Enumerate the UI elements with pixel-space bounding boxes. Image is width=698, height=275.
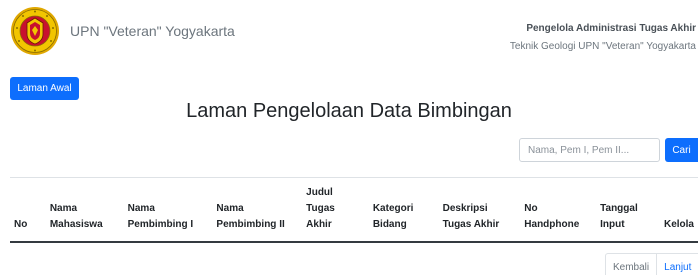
column-header-no: No: [14, 219, 28, 230]
home-button[interactable]: Laman Awal: [10, 77, 79, 100]
column-header-manage: Kelola: [663, 219, 694, 230]
pagination-next-button[interactable]: Lanjut: [657, 254, 698, 275]
column-header-category: Kategori Bidang: [372, 203, 414, 230]
column-header-phone: No Handphone: [524, 203, 580, 230]
table-header-row: No Nama Mahasiswa Nama Pembimbing I Nama Pe…: [10, 177, 698, 242]
pagination: Kembali Lanjut: [605, 253, 698, 275]
search-input[interactable]: [519, 138, 660, 162]
column-header-supervisor-2: Nama Pembimbing II: [216, 203, 285, 230]
column-header-student-name: Nama Mahasiswa: [49, 203, 103, 230]
university-logo-icon: [11, 7, 59, 55]
column-header-supervisor-1: Nama Pembimbing I: [127, 203, 194, 230]
page: UPN "Veteran" Yogyakarta Pengelola Admin…: [0, 0, 698, 275]
admin-title: Pengelola Administrasi Tugas Akhir: [526, 23, 696, 34]
admin-subtitle: Teknik Geologi UPN "Veteran" Yogyakarta: [509, 41, 696, 52]
column-header-thesis-title: Judul Tugas Akhir: [306, 187, 335, 230]
column-header-input-date: Tanggal Input: [600, 203, 638, 230]
guidance-data-table: No Nama Mahasiswa Nama Pembimbing I Nama Pe…: [10, 177, 698, 243]
page-title: Laman Pengelolaan Data Bimbingan: [186, 100, 512, 122]
university-name: UPN "Veteran" Yogyakarta: [70, 23, 235, 39]
pagination-prev-button[interactable]: Kembali: [606, 254, 658, 275]
column-header-description: Deskripsi Tugas Akhir: [442, 203, 500, 230]
search-button[interactable]: Cari: [665, 138, 698, 162]
